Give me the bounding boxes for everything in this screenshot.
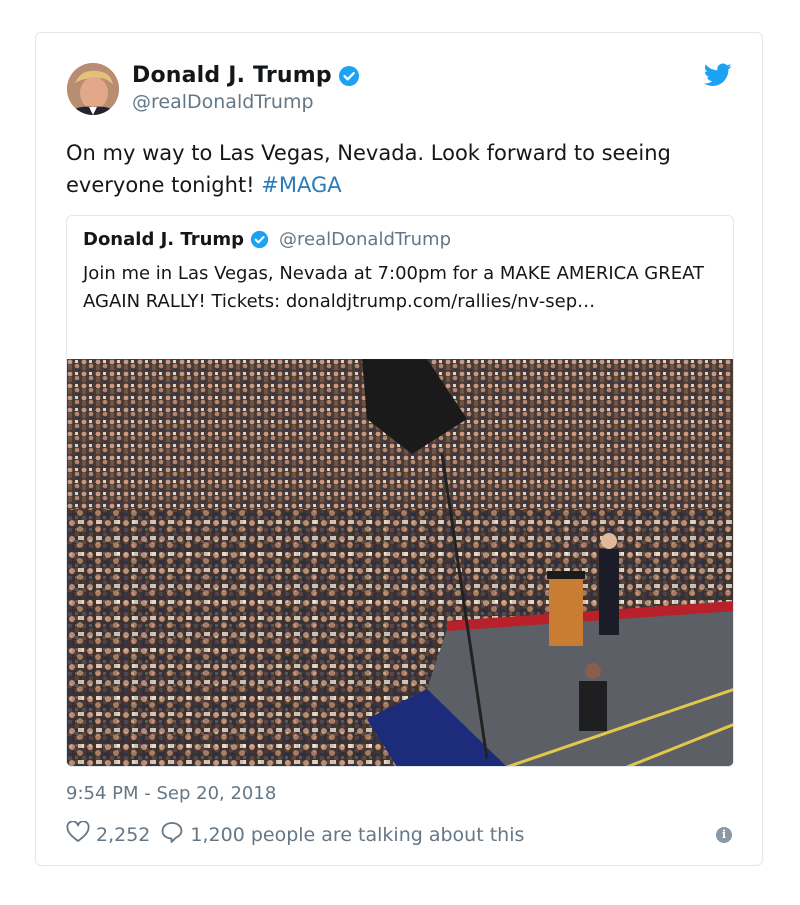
speech-bubble-icon (160, 821, 184, 848)
quoted-author-name: Donald J. Trump (83, 229, 245, 250)
tweet-actions: 2,252 1,200 people are talking about thi… (66, 820, 534, 848)
quoted-author-row: Donald J. Trump @realDonaldTrump (83, 229, 451, 250)
author-avatar[interactable] (67, 63, 119, 115)
verified-badge-icon (338, 65, 360, 87)
quoted-tweet[interactable]: Donald J. Trump @realDonaldTrump Join me… (66, 215, 734, 767)
talking-count: 1,200 people are talking about this (190, 823, 525, 846)
info-icon[interactable]: i (716, 827, 732, 843)
twitter-bird-icon[interactable] (703, 63, 732, 87)
embedded-tweet-card[interactable]: Donald J. Trump @realDonaldTrump On my w… (35, 32, 763, 866)
quoted-author-handle: @realDonaldTrump (279, 229, 451, 250)
author-name[interactable]: Donald J. Trump (132, 63, 332, 88)
rally-crowd-photo[interactable] (67, 359, 733, 766)
tweet-text-body: On my way to Las Vegas, Nevada. Look for… (66, 141, 671, 197)
reply-conversation-button[interactable]: 1,200 people are talking about this (160, 821, 524, 848)
like-button[interactable]: 2,252 (66, 820, 151, 848)
tweet-text: On my way to Las Vegas, Nevada. Look for… (66, 137, 726, 201)
like-count: 2,252 (96, 823, 151, 846)
verified-badge-icon (250, 230, 269, 249)
tweet-timestamp[interactable]: 9:54 PM - Sep 20, 2018 (66, 783, 276, 804)
hashtag-link[interactable]: #MAGA (261, 173, 341, 197)
quoted-tweet-text: Join me in Las Vegas, Nevada at 7:00pm f… (83, 263, 704, 312)
heart-icon (66, 820, 90, 848)
author-handle[interactable]: @realDonaldTrump (132, 91, 314, 113)
author-name-row[interactable]: Donald J. Trump (132, 63, 360, 88)
